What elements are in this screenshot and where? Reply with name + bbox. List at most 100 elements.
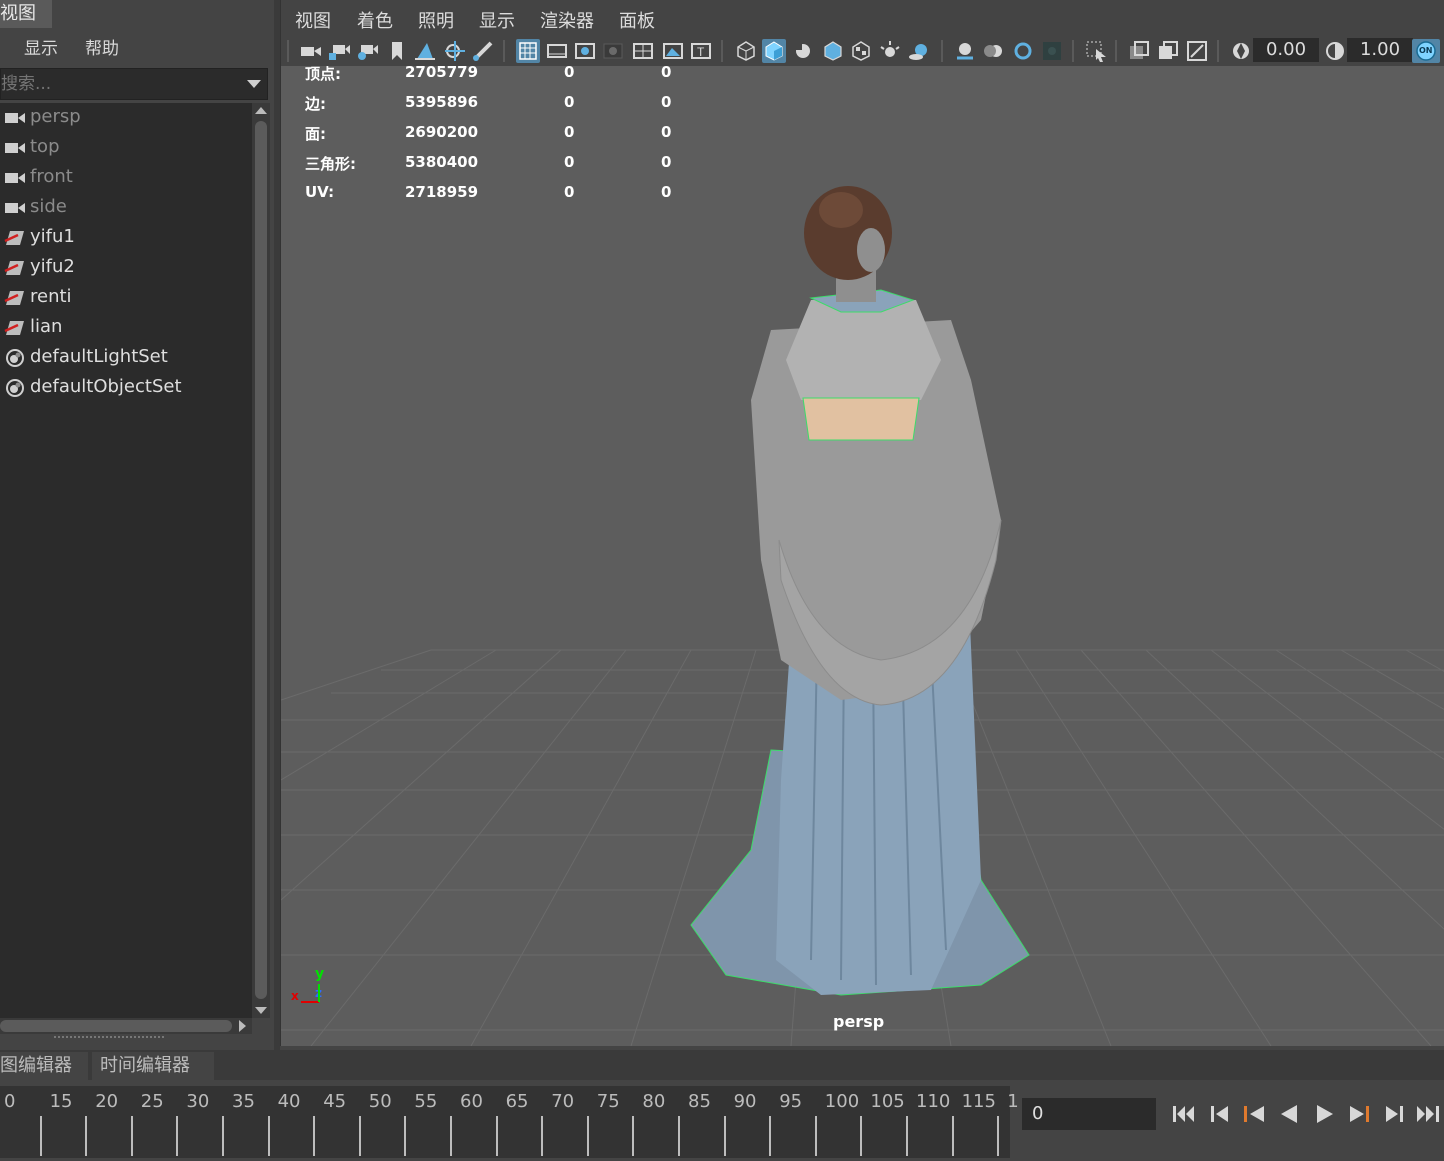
timeline-tick [678,1116,680,1156]
timeline-tick [267,1116,270,1156]
search-input[interactable] [1,69,239,99]
timeline-tick [632,1116,635,1156]
mesh-icon [4,291,24,305]
time-slider: 0 15 20 25 30 35 40 45 50 55 60 65 70 75 80 85 90 95 100 10… [0,1084,1444,1161]
timeline-tick [130,1116,133,1156]
camera-name-label: persp [833,1012,885,1031]
outliner-item-label: yifu1 [30,226,75,247]
outliner-list: persp top front side yifu1 yifu2 renti l… [0,103,252,1018]
camera-icon [5,113,25,123]
timeline-tick-label: 30 [186,1091,210,1112]
play-forward-icon[interactable] [1311,1100,1339,1128]
outliner-item-lian[interactable]: lian [0,313,252,343]
outliner-item-label: yifu2 [30,256,75,277]
timeline-tick-label: 15 [49,1091,73,1112]
timeline-tick [541,1116,544,1156]
step-back-key-icon[interactable] [1206,1100,1234,1128]
mesh-icon [4,261,24,275]
timeline-tick [495,1116,498,1156]
play-backward-icon[interactable] [1275,1100,1303,1128]
timeline-tick-label: 90 [733,1091,757,1112]
timeline-tick [906,1116,908,1156]
mesh-icon [4,231,24,245]
menu-display[interactable]: 显示 [24,34,58,59]
timeline-tick-label: 115 [961,1091,996,1112]
timeline-tick-label: 40 [277,1091,301,1112]
step-forward-frame-icon[interactable] [1346,1100,1374,1128]
scroll-right-icon[interactable] [239,1020,246,1032]
current-frame-field[interactable]: 0 [1022,1098,1156,1130]
timeline-tick-label: 105 [870,1091,905,1112]
search-dropdown-icon[interactable] [247,80,261,88]
timeline-tick-label: 50 [368,1091,392,1112]
outliner-panel: 视图 显示 帮助 persp top front side yifu1 [0,0,274,1050]
outliner-tab[interactable]: 视图 [0,0,52,28]
timeline-tick [222,1116,224,1156]
timeline-tick [39,1116,42,1156]
timeline-tick-label: 110 [916,1091,951,1112]
timeline-tick [860,1116,863,1156]
outliner-horizontal-scrollbar[interactable] [0,1018,252,1034]
timeline-tick-label: 45 [323,1091,347,1112]
timeline-tick-label: 85 [688,1091,711,1112]
timeline-tick [450,1116,452,1156]
step-back-frame-icon[interactable] [1240,1100,1268,1128]
scroll-thumb[interactable] [0,1020,232,1032]
timeline-tick [358,1116,361,1156]
outliner-item-label: renti [30,286,72,307]
viewport-panel[interactable]: 视图 着色 照明 显示 渲染器 面板 T 0.00 1.00 ON 顶点: 27… [280,0,1444,1046]
go-to-start-icon[interactable] [1170,1100,1198,1128]
timeline-tick-label: 1 [1007,1091,1019,1112]
camera-icon [5,143,25,153]
scene-canvas[interactable] [281,0,1444,1046]
menu-help[interactable]: 帮助 [85,34,119,59]
timeline-tick-label: 70 [551,1091,575,1112]
timeline-tick-label: 80 [642,1091,666,1112]
camera-icon [5,203,25,213]
outliner-item-renti[interactable]: renti [0,283,252,313]
outliner-item-yifu2[interactable]: yifu2 [0,253,252,283]
scroll-up-icon[interactable] [255,107,267,114]
outliner-item-label: persp [30,106,81,127]
timeline-ruler[interactable]: 0 15 20 25 30 35 40 45 50 55 60 65 70 75 80 85 90 95 100 10… [0,1086,1019,1158]
timeline-tick-label: 55 [414,1091,438,1112]
search-box [0,68,268,100]
mesh-icon [4,321,24,335]
outliner-item-label: lian [30,316,63,337]
outliner-item-side[interactable]: side [0,193,252,223]
scroll-thumb[interactable] [255,121,267,999]
outliner-item-defaultlightset[interactable]: defaultLightSet [0,343,252,373]
tab-graph-editor[interactable]: 图编辑器 [0,1052,88,1080]
outliner-item-persp[interactable]: persp [0,103,252,133]
tab-time-editor[interactable]: 时间编辑器 [92,1052,214,1080]
outliner-item-front[interactable]: front [0,163,252,193]
timeline-tick [85,1116,88,1156]
timeline-tick-label: 75 [596,1091,620,1112]
timeline-tick-label: 60 [460,1091,483,1112]
timeline-tick [951,1116,954,1156]
outliner-item-label: defaultLightSet [30,346,168,367]
timeline-tick [723,1116,726,1156]
character-model [690,186,1030,996]
scroll-down-icon[interactable] [255,1007,267,1014]
step-forward-key-icon[interactable] [1380,1100,1408,1128]
timeline-tick-label: 20 [95,1091,119,1112]
panel-resize-grip[interactable] [54,1036,164,1040]
outliner-item-label: side [30,196,67,217]
outliner-vertical-scrollbar[interactable] [252,103,270,1018]
outliner-item-yifu1[interactable]: yifu1 [0,223,252,253]
timeline-tick [769,1116,772,1156]
timeline-tick-label: 65 [505,1091,529,1112]
outliner-menubar: 显示 帮助 [0,30,274,62]
timeline-tick-label: 100 [824,1091,860,1112]
outliner-item-top[interactable]: top [0,133,252,163]
set-icon [6,349,24,367]
timeline-tick [404,1116,407,1156]
set-icon [6,379,24,397]
outliner-item-defaultobjectset[interactable]: defaultObjectSet [0,373,252,403]
timeline-tick [586,1116,589,1156]
go-to-end-icon[interactable] [1414,1100,1442,1128]
timeline-tick [997,1116,1000,1156]
timeline-tick-label: 35 [232,1091,255,1112]
bottom-tabs: 图编辑器 时间编辑器 [0,1050,1444,1080]
